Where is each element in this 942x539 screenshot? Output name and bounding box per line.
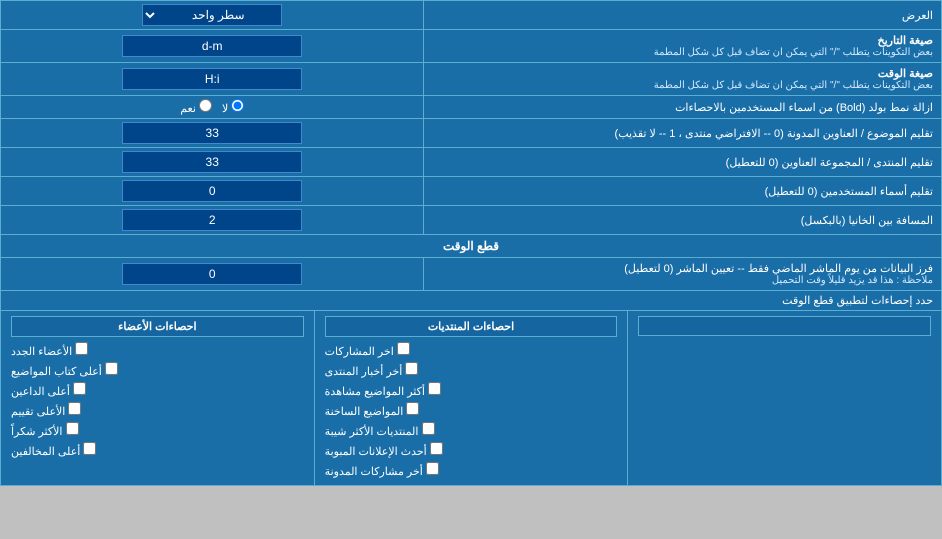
date-format-input[interactable] — [122, 35, 302, 57]
checkbox-latest-blog: أخر مشاركات المدونة — [325, 460, 618, 480]
yes-label: نعم — [180, 99, 212, 115]
time-format-input[interactable] — [122, 68, 302, 90]
cb-top-writers[interactable] — [105, 362, 118, 375]
bold-yes-radio[interactable] — [199, 99, 212, 112]
bold-no-radio[interactable] — [231, 99, 244, 112]
title-limit-cell — [1, 119, 424, 148]
cutoff-days-input[interactable] — [122, 263, 302, 285]
username-limit-cell — [1, 177, 424, 206]
cb-forum-news[interactable] — [405, 362, 418, 375]
checkbox-forum-news: أخر أخبار المنتدى — [325, 360, 618, 380]
cb-most-thanked[interactable] — [66, 422, 79, 435]
section-label: العرض — [424, 1, 942, 30]
dropdown-cell: سطر واحد سطرين ثلاثة أسطر — [1, 1, 424, 30]
cb-latest-posts[interactable] — [397, 342, 410, 355]
date-format-label: صيغة التاريخ بعض التكوينات يتطلب "/" الت… — [424, 30, 942, 63]
checkbox-new-members: الأعضاء الجدد — [11, 340, 304, 360]
time-format-cell — [1, 63, 424, 96]
stats-members-title: احصاءات الأعضاء — [11, 316, 304, 337]
avatar-distance-cell — [1, 206, 424, 235]
cb-top-inviters[interactable] — [73, 382, 86, 395]
stats-header: حدد إحصاءات لتطبيق قطع الوقت — [1, 291, 942, 311]
forum-limit-label: تقليم المنتدى / المجموعة العناوين (0 للت… — [424, 148, 942, 177]
date-format-cell — [1, 30, 424, 63]
cb-most-viewed[interactable] — [428, 382, 441, 395]
username-limit-input[interactable] — [122, 180, 302, 202]
username-limit-label: تقليم أسماء المستخدمين (0 للتعطيل) — [424, 177, 942, 206]
cb-top-rated[interactable] — [68, 402, 81, 415]
title-limit-label: تقليم الموضوع / العناوين المدونة (0 -- ا… — [424, 119, 942, 148]
header-title: العرض — [902, 10, 933, 22]
cb-hot-topics[interactable] — [406, 402, 419, 415]
cutoff-days-label: فرز البيانات من يوم الماشر الماضي فقط --… — [424, 258, 942, 291]
checkbox-latest-posts: اخر المشاركات — [325, 340, 618, 360]
cb-new-members[interactable] — [75, 342, 88, 355]
checkbox-top-writers: أعلى كتاب المواضيع — [11, 360, 304, 380]
forum-limit-cell — [1, 148, 424, 177]
time-format-label: صيغة الوقت بعض التكوينات يتطلب "/" التي … — [424, 63, 942, 96]
title-limit-input[interactable] — [122, 122, 302, 144]
checkbox-latest-classified: أحدث الإعلانات المبوبة — [325, 440, 618, 460]
checkbox-top-inviters: أعلى الداعين — [11, 380, 304, 400]
avatar-distance-label: المسافة بين الخانيا (بالبكسل) — [424, 206, 942, 235]
display-select[interactable]: سطر واحد سطرين ثلاثة أسطر — [142, 4, 282, 26]
checkbox-most-thanked: الأكثر شكراً — [11, 420, 304, 440]
stats-forums-title: احصاءات المنتديات — [325, 316, 618, 337]
cutoff-days-cell — [1, 258, 424, 291]
checkbox-top-rated: الأعلى تقييم — [11, 400, 304, 420]
checkbox-top-violators: أعلى المخالفين — [11, 440, 304, 460]
cb-latest-classified[interactable] — [430, 442, 443, 455]
bold-remove-label: ازالة نمط بولد (Bold) من اسماء المستخدمي… — [424, 96, 942, 119]
stats-extra-title — [638, 316, 931, 336]
cb-latest-blog[interactable] — [426, 462, 439, 475]
checkbox-most-viewed: أكثر المواضيع مشاهدة — [325, 380, 618, 400]
cutoff-section-header: قطع الوقت — [1, 235, 942, 258]
bold-remove-cell: نعم لا — [1, 96, 424, 119]
no-label: لا — [222, 99, 244, 115]
checkbox-most-popular-forums: المنتديات الأكثر شيبة — [325, 420, 618, 440]
cb-most-popular-forums[interactable] — [422, 422, 435, 435]
cb-top-violators[interactable] — [83, 442, 96, 455]
checkbox-hot-topics: المواضيع الساخنة — [325, 400, 618, 420]
forum-limit-input[interactable] — [122, 151, 302, 173]
avatar-distance-input[interactable] — [122, 209, 302, 231]
